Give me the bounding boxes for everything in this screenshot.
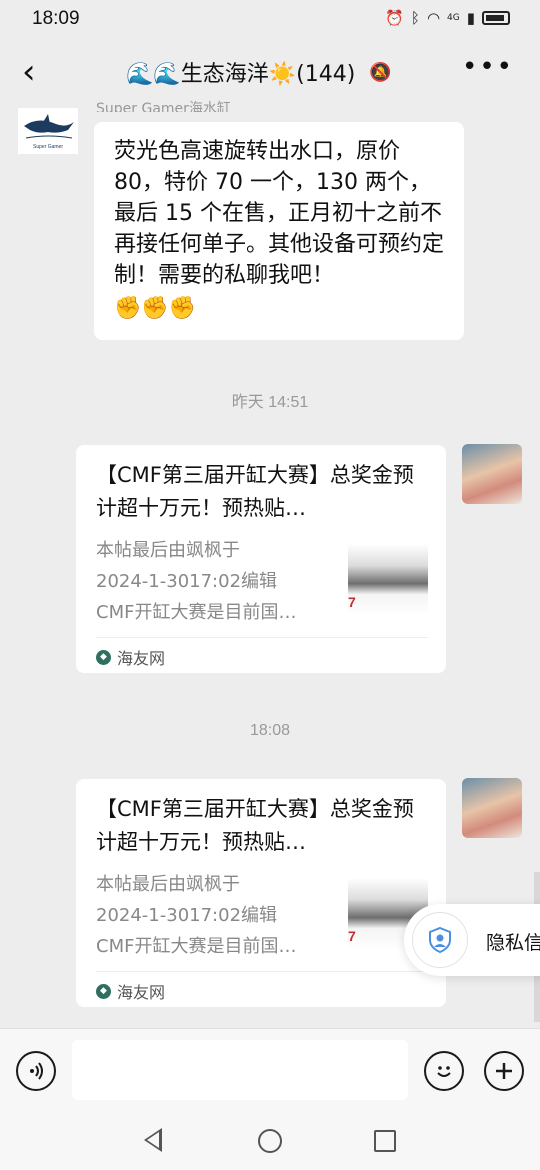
source-logo-icon: ◆	[96, 649, 111, 665]
sender-name: Super Gamer海水缸	[96, 101, 231, 112]
status-time: 18:09	[32, 8, 80, 29]
nav-home-icon[interactable]	[258, 1129, 282, 1153]
signal-icon: ▮	[466, 9, 475, 27]
battery-icon	[482, 11, 510, 25]
card-title: 【CMF第三届开缸大赛】总奖金预计超十万元！预热贴…	[96, 463, 414, 520]
message-input[interactable]	[72, 1040, 408, 1100]
voice-icon[interactable]	[16, 1051, 56, 1091]
link-card[interactable]: 【CMF第三届开缸大赛】总奖金预计超十万元！预热贴… 本帖最后由飒枫于 2024…	[76, 779, 446, 1007]
card-source-label: 海友网	[117, 983, 166, 1002]
privacy-label: 隐私信	[486, 932, 540, 954]
chevron-left-icon[interactable]: ‹	[22, 54, 36, 90]
marlin-logo: Super Gamer	[18, 108, 78, 154]
link-card[interactable]: 【CMF第三届开缸大赛】总奖金预计超十万元！预热贴… 本帖最后由飒枫于 2024…	[76, 445, 446, 673]
status-icons: ⏰ ᛒ ◠ 4G ▮	[385, 9, 510, 27]
privacy-popup[interactable]: 隐私信	[404, 904, 540, 976]
avatar[interactable]: Super Gamer	[18, 108, 78, 154]
card-desc-line: CMF开缸大赛是目前国…	[96, 602, 297, 623]
wifi-icon: ◠	[426, 9, 441, 27]
nav-recent-icon[interactable]	[374, 1130, 396, 1152]
alarm-icon: ⏰	[385, 9, 404, 27]
thumb-text: 7	[348, 594, 356, 610]
bell-off-icon: 🔕	[369, 61, 392, 83]
card-source-label: 海友网	[117, 649, 166, 668]
card-desc-line: 本帖最后由飒枫于	[96, 874, 240, 895]
card-source: ◆ 海友网	[96, 979, 165, 1003]
smiley-icon[interactable]	[424, 1051, 464, 1091]
card-description: 本帖最后由飒枫于 2024-1-3017:02编辑 CMF开缸大赛是目前国…	[96, 869, 336, 962]
chat-title-wrap: 🌊🌊生态海洋☀️(144) 🔕	[126, 56, 392, 88]
card-desc-line: 本帖最后由飒枫于	[96, 540, 240, 561]
timestamp: 18:08	[249, 722, 291, 739]
card-desc-line: 2024-1-3017:02编辑	[96, 905, 278, 926]
message-bubble[interactable]: 荧光色高速旋转出水口，原价80，特价 70 一个，130 两个，最后 15 个在…	[94, 122, 464, 340]
chat-title: 🌊🌊生态海洋☀️(144)	[126, 62, 356, 87]
more-icon[interactable]: •••	[462, 52, 514, 82]
fist-emoji: ✊✊✊	[114, 296, 197, 321]
plus-icon[interactable]	[484, 1051, 524, 1091]
network-label: 4G	[447, 13, 460, 23]
avatar-label: Super Gamer	[33, 144, 63, 150]
bluetooth-icon: ᛒ	[410, 9, 420, 27]
nav-back-icon[interactable]	[144, 1128, 162, 1152]
shield-person-icon	[412, 912, 468, 968]
input-bar	[0, 1028, 540, 1112]
status-bar: 18:09 ⏰ ᛒ ◠ 4G ▮	[0, 0, 540, 38]
card-divider	[96, 971, 428, 972]
thumb-text: 7	[348, 928, 356, 944]
card-title: 【CMF第三届开缸大赛】总奖金预计超十万元！预热贴…	[96, 797, 414, 854]
card-source: ◆ 海友网	[96, 645, 165, 669]
card-thumbnail: 7	[348, 544, 428, 616]
avatar[interactable]	[462, 778, 522, 838]
card-desc-line: CMF开缸大赛是目前国…	[96, 936, 297, 957]
message-text: 荧光色高速旋转出水口，原价80，特价 70 一个，130 两个，最后 15 个在…	[114, 139, 445, 288]
card-desc-line: 2024-1-3017:02编辑	[96, 571, 278, 592]
system-nav-bar	[0, 1112, 540, 1170]
source-logo-icon: ◆	[96, 983, 111, 999]
timestamp: 昨天 14:51	[231, 394, 309, 411]
avatar[interactable]	[462, 444, 522, 504]
chat-header: ‹ 🌊🌊生态海洋☀️(144) 🔕 •••	[0, 38, 540, 110]
card-divider	[96, 637, 428, 638]
card-description: 本帖最后由飒枫于 2024-1-3017:02编辑 CMF开缸大赛是目前国…	[96, 535, 336, 628]
